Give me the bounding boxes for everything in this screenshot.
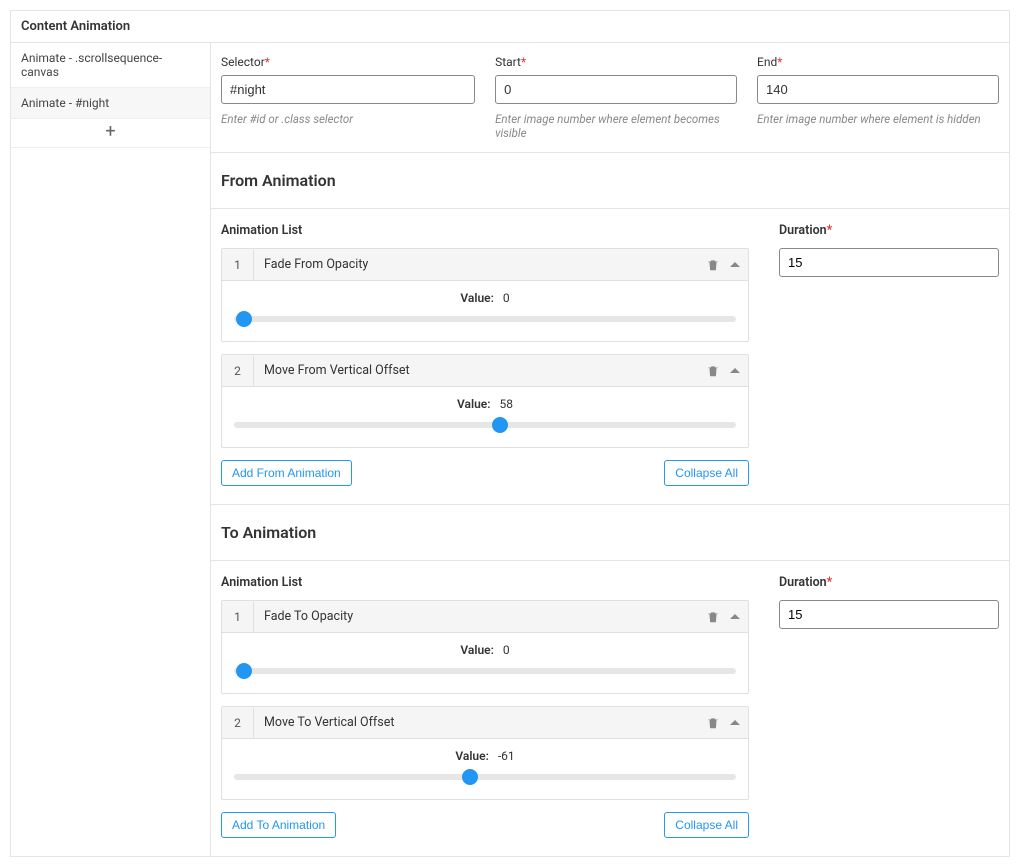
value-label: Value: (457, 397, 491, 411)
to-anim-item-num: 1 (222, 602, 254, 632)
content-animation-panel: Content Animation Animate - .scrollseque… (10, 10, 1010, 857)
from-duration-input[interactable] (779, 248, 999, 277)
selector-row: Selector Enter #id or .class selector St… (211, 43, 1009, 153)
trash-icon[interactable] (706, 610, 720, 624)
from-animation-left: Animation List 1 Fade From Opacity (221, 223, 749, 486)
slider-thumb[interactable] (492, 417, 508, 433)
slider-thumb[interactable] (236, 663, 252, 679)
collapse-up-icon[interactable] (730, 260, 740, 270)
start-hint: Enter image number where element becomes… (495, 112, 737, 140)
trash-icon[interactable] (706, 364, 720, 378)
add-from-animation-button[interactable]: Add From Animation (221, 460, 352, 486)
to-anim-item: 2 Move To Vertical Offset (221, 706, 749, 800)
from-anim-item: 2 Move From Vertical Offset (221, 354, 749, 448)
slider-thumb[interactable] (462, 769, 478, 785)
panel-title: Content Animation (11, 11, 1009, 42)
start-col: Start Enter image number where element b… (495, 55, 737, 140)
from-duration-label: Duration (779, 223, 999, 238)
to-animation-row: Animation List 1 Fade To Opacity (211, 561, 1009, 856)
end-hint: Enter image number where element is hidd… (757, 112, 999, 126)
collapse-all-from-button[interactable]: Collapse All (664, 460, 749, 486)
slider-thumb[interactable] (236, 311, 252, 327)
end-col: End Enter image number where element is … (757, 55, 999, 140)
from-anim-item-num: 2 (222, 356, 254, 386)
value-number: 0 (503, 291, 510, 305)
value-slider[interactable] (234, 769, 736, 785)
value-number: 58 (500, 397, 514, 411)
value-label: Value: (460, 291, 494, 305)
value-number: -61 (498, 749, 515, 763)
to-duration-input[interactable] (779, 600, 999, 629)
sidebar-item-animate-scrollsequence[interactable]: Animate - .scrollsequence-canvas (11, 43, 210, 88)
value-slider[interactable] (234, 663, 736, 679)
from-duration-col: Duration (779, 223, 999, 486)
to-anim-item-name: Move To Vertical Offset (254, 707, 706, 738)
collapse-up-icon[interactable] (730, 718, 740, 728)
value-label: Value: (460, 643, 494, 657)
trash-icon[interactable] (706, 716, 720, 730)
collapse-up-icon[interactable] (730, 366, 740, 376)
to-anim-item-header[interactable]: 1 Fade To Opacity (222, 601, 748, 633)
start-label: Start (495, 55, 737, 69)
main-content: Selector Enter #id or .class selector St… (211, 43, 1009, 856)
from-anim-item-name: Move From Vertical Offset (254, 355, 706, 386)
to-duration-col: Duration (779, 575, 999, 838)
value-slider[interactable] (234, 311, 736, 327)
from-anim-item-header[interactable]: 2 Move From Vertical Offset (222, 355, 748, 387)
value-number: 0 (503, 643, 510, 657)
from-anim-item-header[interactable]: 1 Fade From Opacity (222, 249, 748, 281)
start-input[interactable] (495, 75, 737, 104)
sidebar-item-animate-night[interactable]: Animate - #night (11, 88, 210, 119)
sidebar-add-item[interactable]: + (11, 119, 210, 148)
from-animation-list-label: Animation List (221, 223, 749, 238)
from-anim-item: 1 Fade From Opacity (221, 248, 749, 342)
add-to-animation-button[interactable]: Add To Animation (221, 812, 336, 838)
value-slider[interactable] (234, 417, 736, 433)
to-animation-list-label: Animation List (221, 575, 749, 590)
to-animation-left: Animation List 1 Fade To Opacity (221, 575, 749, 838)
selector-input[interactable] (221, 75, 475, 104)
selector-label: Selector (221, 55, 475, 69)
value-label: Value: (455, 749, 489, 763)
end-label: End (757, 55, 999, 69)
from-anim-item-num: 1 (222, 250, 254, 280)
from-anim-item-name: Fade From Opacity (254, 249, 706, 280)
collapse-all-to-button[interactable]: Collapse All (664, 812, 749, 838)
to-animation-title: To Animation (211, 505, 1009, 561)
animation-sidebar: Animate - .scrollsequence-canvas Animate… (11, 43, 211, 856)
to-anim-item: 1 Fade To Opacity (221, 600, 749, 694)
to-anim-item-num: 2 (222, 708, 254, 738)
to-anim-item-header[interactable]: 2 Move To Vertical Offset (222, 707, 748, 739)
body-row: Animate - .scrollsequence-canvas Animate… (11, 42, 1009, 856)
to-duration-label: Duration (779, 575, 999, 590)
end-input[interactable] (757, 75, 999, 104)
selector-hint: Enter #id or .class selector (221, 112, 475, 126)
from-animation-row: Animation List 1 Fade From Opacity (211, 209, 1009, 505)
selector-col: Selector Enter #id or .class selector (221, 55, 475, 140)
trash-icon[interactable] (706, 258, 720, 272)
from-animation-title: From Animation (211, 153, 1009, 209)
to-anim-item-name: Fade To Opacity (254, 601, 706, 632)
collapse-up-icon[interactable] (730, 612, 740, 622)
